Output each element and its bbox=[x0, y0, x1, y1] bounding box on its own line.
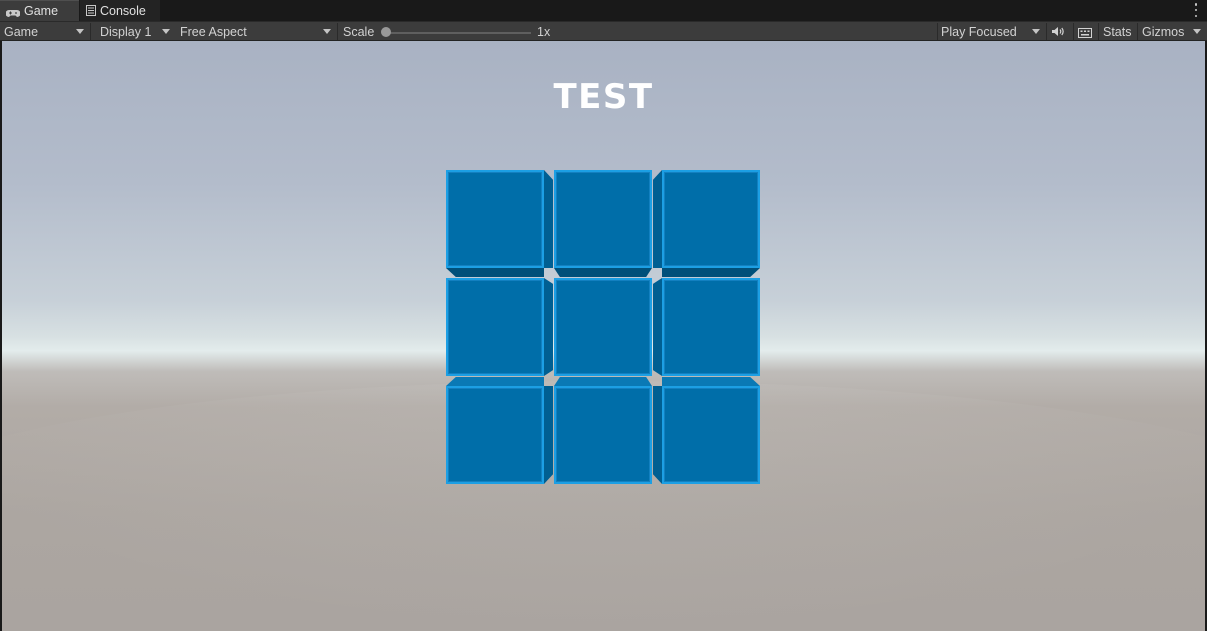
console-icon bbox=[86, 5, 96, 16]
chevron-down-icon bbox=[162, 29, 170, 34]
gizmos-label: Gizmos bbox=[1142, 24, 1185, 39]
display-dropdown[interactable]: Display 1 bbox=[92, 22, 176, 41]
toolbar-divider bbox=[1098, 23, 1099, 40]
chevron-down-icon bbox=[1193, 29, 1201, 34]
aspect-label: Free Aspect bbox=[180, 24, 247, 39]
aspect-dropdown[interactable]: Free Aspect bbox=[176, 22, 337, 41]
tab-console[interactable]: Console bbox=[80, 0, 160, 21]
cube-side-face bbox=[554, 377, 652, 386]
mute-audio-button[interactable] bbox=[1051, 22, 1071, 41]
stats-button[interactable]: Stats bbox=[1103, 22, 1132, 41]
cube-r1-c2 bbox=[554, 170, 652, 277]
cube-side-face bbox=[544, 386, 553, 484]
tab-game[interactable]: Game bbox=[0, 0, 79, 21]
view-mode-dropdown[interactable]: Game bbox=[0, 22, 90, 41]
shortcuts-button[interactable] bbox=[1078, 22, 1096, 41]
chevron-down-icon bbox=[323, 29, 331, 34]
cube-front-face bbox=[554, 170, 652, 268]
cube-r2-c2 bbox=[554, 278, 652, 376]
game-title-text: TEST bbox=[553, 77, 654, 117]
cube-front-face bbox=[554, 278, 652, 376]
gizmos-dropdown[interactable]: Gizmos bbox=[1138, 22, 1207, 41]
scale-label: Scale bbox=[343, 24, 375, 39]
cube-r3-c1 bbox=[446, 377, 553, 484]
more-options-icon[interactable] bbox=[1193, 3, 1199, 17]
game-viewport[interactable]: TEST bbox=[2, 41, 1205, 631]
cube-front-face bbox=[554, 386, 652, 484]
cube-front-face bbox=[446, 386, 544, 484]
cube-r1-c1 bbox=[446, 170, 553, 277]
editor-tab-bar: Game Console bbox=[0, 0, 1207, 21]
cube-front-face bbox=[446, 278, 544, 376]
keyboard-icon bbox=[1078, 27, 1092, 38]
scale-slider-handle[interactable] bbox=[381, 27, 391, 37]
gamepad-icon bbox=[5, 7, 21, 17]
cube-side-face bbox=[662, 268, 760, 277]
cube-r1-c3 bbox=[653, 170, 760, 277]
cube-front-face bbox=[662, 386, 760, 484]
toolbar-divider bbox=[337, 23, 338, 40]
cube-r2-c3 bbox=[653, 278, 760, 376]
scale-slider-track[interactable] bbox=[386, 32, 531, 34]
chevron-down-icon bbox=[1032, 29, 1040, 34]
cube-side-face bbox=[544, 170, 553, 268]
cube-side-face bbox=[446, 377, 544, 386]
cube-side-face bbox=[653, 170, 662, 268]
play-mode-label: Play Focused bbox=[941, 24, 1017, 39]
speaker-icon bbox=[1051, 26, 1065, 37]
cube-grid bbox=[446, 170, 762, 486]
toolbar-divider bbox=[1046, 23, 1047, 40]
display-label: Display 1 bbox=[100, 24, 152, 39]
cube-r3-c3 bbox=[653, 377, 760, 484]
view-mode-label: Game bbox=[4, 24, 39, 39]
cube-side-face bbox=[653, 278, 662, 376]
cube-r3-c2 bbox=[554, 377, 652, 484]
toolbar-divider bbox=[90, 23, 91, 40]
chevron-down-icon bbox=[76, 29, 84, 34]
tab-game-label: Game bbox=[24, 4, 59, 18]
toolbar-divider bbox=[1073, 23, 1074, 40]
game-view-toolbar: Game Display 1 Free Aspect Scale 1x Play… bbox=[0, 21, 1207, 41]
cube-front-face bbox=[662, 278, 760, 376]
scale-value: 1x bbox=[537, 24, 551, 39]
cube-side-face bbox=[662, 377, 760, 386]
cube-front-face bbox=[662, 170, 760, 268]
cube-side-face bbox=[544, 278, 553, 376]
cube-front-face bbox=[446, 170, 544, 268]
cube-r2-c1 bbox=[446, 278, 553, 376]
cube-side-face bbox=[446, 268, 544, 277]
play-mode-dropdown[interactable]: Play Focused bbox=[938, 22, 1046, 41]
cube-side-face bbox=[554, 268, 652, 277]
cube-side-face bbox=[653, 386, 662, 484]
tab-console-label: Console bbox=[100, 3, 146, 18]
